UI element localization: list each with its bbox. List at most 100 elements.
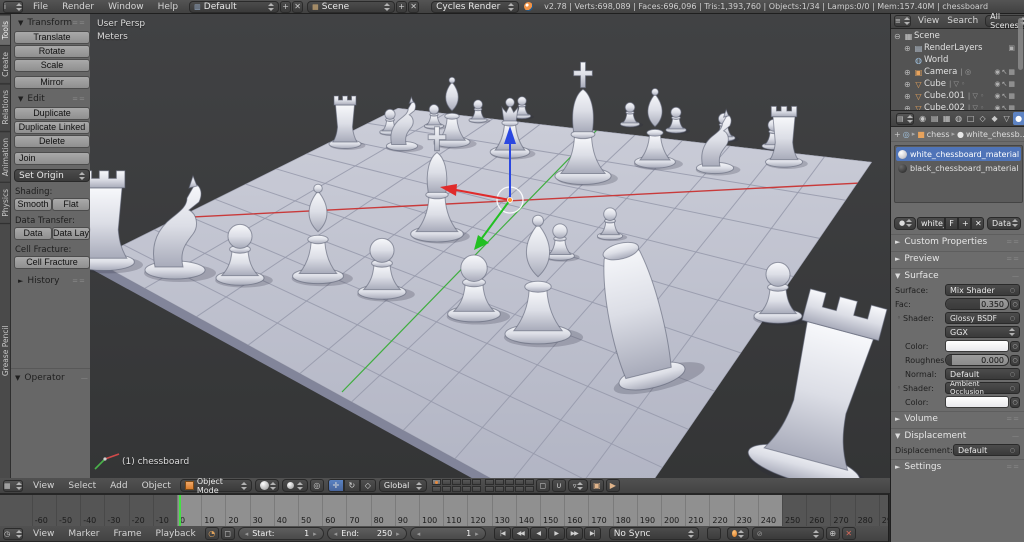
layer-toggle[interactable] bbox=[451, 479, 461, 485]
panel-header-surface[interactable]: ▼ Surface — bbox=[891, 269, 1024, 283]
render-layer-icon[interactable]: ▣ bbox=[1008, 44, 1015, 52]
menu-window[interactable]: Window bbox=[101, 0, 151, 14]
outliner-item-cube.001[interactable]: ⊕ ▽ Cube.001 | ▽ ◦ ◉ ↖ ▦ bbox=[891, 90, 1024, 102]
prev-keyframe-button[interactable]: ◀◀ bbox=[511, 527, 529, 540]
editor-type-timeline-icon[interactable]: ◷ bbox=[3, 527, 23, 540]
manipulator-rotate-icon[interactable]: ↻ bbox=[343, 479, 360, 492]
outliner-scrollbar[interactable] bbox=[1018, 18, 1023, 70]
panel-header-settings[interactable]: ► Settings == bbox=[891, 460, 1024, 474]
editor-type-outliner-icon[interactable]: ≡ bbox=[894, 15, 911, 27]
outliner-item-renderlayers[interactable]: ⊕ ▤ RenderLayers ▣ bbox=[891, 42, 1024, 54]
restrict-select-icon[interactable]: ↖ bbox=[1002, 92, 1008, 100]
properties-tab-render-layers-icon[interactable]: ▤ bbox=[929, 112, 941, 125]
layer-toggle[interactable] bbox=[441, 479, 451, 485]
view-menu[interactable]: View bbox=[26, 479, 61, 493]
material-slot-item[interactable]: white_chessboard_material bbox=[896, 147, 1022, 161]
new-material-button[interactable]: + bbox=[958, 216, 971, 230]
start-frame-field[interactable]: ◂ Start: 1 ▸ bbox=[237, 527, 324, 540]
add-scene-button[interactable]: + bbox=[396, 0, 408, 13]
properties-tab-material-icon[interactable]: ● bbox=[1012, 112, 1024, 125]
restrict-view-icon[interactable]: ◉ bbox=[994, 80, 1000, 88]
properties-tab-scene-icon[interactable]: ▦ bbox=[941, 112, 953, 125]
restrict-render-icon[interactable]: ▦ bbox=[1008, 80, 1015, 88]
menu-render[interactable]: Render bbox=[55, 0, 101, 14]
restrict-render-icon[interactable]: ▦ bbox=[1008, 92, 1015, 100]
render-anim-icon[interactable]: ▶ bbox=[605, 479, 620, 492]
play-button[interactable]: ▶ bbox=[547, 527, 565, 540]
properties-tab-render-icon[interactable]: ◉ bbox=[917, 112, 929, 125]
restrict-select-icon[interactable]: ↖ bbox=[1002, 68, 1008, 76]
outliner-item-camera[interactable]: ⊕ ▣ Camera | ◎ ◉ ↖ ▦ bbox=[891, 66, 1024, 78]
snap-element-select[interactable]: ▿ bbox=[567, 479, 588, 492]
timeline-ruler[interactable]: -60 -50 -40 -30 -20 -10 0 10 20 30 40 50 60 70 80 90 100… bbox=[0, 494, 888, 526]
next-keyframe-button[interactable]: ▶▶ bbox=[565, 527, 583, 540]
autokey-mode-select[interactable] bbox=[726, 527, 749, 540]
expand-icon[interactable]: ⊖ bbox=[894, 32, 903, 41]
outliner-item-cube[interactable]: ⊕ ▽ Cube | ▽ ◦ ◉ ↖ ▦ bbox=[891, 78, 1024, 90]
delete-keyframe-icon[interactable]: ✕ bbox=[841, 527, 856, 540]
outliner-view-menu[interactable]: View bbox=[914, 14, 943, 28]
expand-icon[interactable]: ⊕ bbox=[904, 80, 913, 89]
object-menu[interactable]: Object bbox=[135, 479, 178, 493]
timeline-frame-menu[interactable]: Frame bbox=[106, 527, 148, 541]
current-frame-indicator[interactable] bbox=[179, 495, 182, 526]
insert-keyframe-icon[interactable]: ⊕ bbox=[825, 527, 840, 540]
properties-tab-world-icon[interactable]: ◍ bbox=[953, 112, 965, 125]
editor-type-info-icon[interactable]: i bbox=[3, 0, 23, 13]
delete-layout-button[interactable]: ✕ bbox=[292, 0, 304, 13]
manipulator-translate-icon[interactable]: ✛ bbox=[327, 479, 344, 492]
sync-mode-select[interactable]: No Sync bbox=[608, 527, 699, 540]
layer-toggle[interactable] bbox=[471, 479, 481, 485]
layer-toggle[interactable] bbox=[471, 486, 481, 492]
current-frame-field[interactable]: ◂ 1 ▸ bbox=[409, 527, 486, 540]
ao-color-swatch[interactable] bbox=[945, 396, 1009, 408]
restrict-select-icon[interactable]: ↖ bbox=[1002, 80, 1008, 88]
properties-tab-object-data-icon[interactable]: ▽ bbox=[1001, 112, 1013, 125]
snap-magnet-icon[interactable]: ∪ bbox=[551, 479, 566, 492]
layer-toggle[interactable] bbox=[524, 486, 534, 492]
lock-time-icon[interactable]: ◻ bbox=[220, 527, 235, 540]
restrict-view-icon[interactable]: ◉ bbox=[994, 68, 1000, 76]
timeline-view-menu[interactable]: View bbox=[26, 527, 61, 541]
transform-orientation-select[interactable]: Global bbox=[378, 479, 427, 492]
use-preview-range-icon[interactable]: ◔ bbox=[204, 527, 219, 540]
render-engine-select[interactable]: Cycles Render bbox=[431, 0, 520, 13]
properties-tab-modifiers-icon[interactable]: ◆ bbox=[989, 112, 1001, 125]
displacement-select[interactable]: Default ○ bbox=[953, 444, 1020, 456]
pin-icon[interactable]: + bbox=[894, 130, 901, 139]
viewport-canvas[interactable]: User Persp Meters (1) chessboard bbox=[90, 14, 890, 478]
menu-help[interactable]: Help bbox=[151, 0, 186, 14]
keying-set-select[interactable]: ⊘ bbox=[751, 527, 824, 540]
browse-material-button[interactable]: ● bbox=[894, 216, 916, 230]
restrict-view-icon[interactable]: ◉ bbox=[994, 92, 1000, 100]
jump-to-end-button[interactable]: ▶| bbox=[583, 527, 601, 540]
material-name-field[interactable]: white_ch bbox=[917, 216, 945, 230]
outliner-search-menu[interactable]: Search bbox=[943, 14, 982, 28]
jump-to-start-button[interactable]: |◀ bbox=[493, 527, 511, 540]
material-slot-item[interactable]: black_chessboard_material bbox=[896, 161, 1021, 175]
expand-icon[interactable]: ⊕ bbox=[904, 44, 913, 53]
record-button[interactable] bbox=[706, 527, 721, 540]
outliner-item-cube.002[interactable]: ⊕ ▽ Cube.002 | ▽ ◦ ◉ ↖ ▦ bbox=[891, 102, 1024, 110]
add-layout-button[interactable]: + bbox=[280, 0, 292, 13]
timeline-marker-menu[interactable]: Marker bbox=[61, 527, 106, 541]
viewport-shading-select[interactable] bbox=[254, 479, 279, 492]
panel-header-displacement[interactable]: ▼ Displacement — bbox=[891, 429, 1024, 443]
layer-toggle[interactable] bbox=[504, 479, 514, 485]
unlink-material-button[interactable]: ✕ bbox=[971, 216, 984, 230]
render-still-icon[interactable]: ▣ bbox=[589, 479, 604, 492]
layer-toggle[interactable] bbox=[494, 479, 504, 485]
manipulator-scale-icon[interactable]: ◇ bbox=[359, 479, 376, 492]
delete-scene-button[interactable]: ✕ bbox=[408, 0, 420, 13]
properties-tab-object-icon[interactable]: □ bbox=[965, 112, 977, 125]
panel-header-custom-properties[interactable]: ► Custom Properties == bbox=[891, 235, 1024, 249]
layer-toggle[interactable] bbox=[451, 486, 461, 492]
properties-tab-constraints-icon[interactable]: ◇ bbox=[977, 112, 989, 125]
pivot-point-select[interactable] bbox=[281, 479, 308, 492]
breadcrumb-material[interactable]: white_chessb.. bbox=[966, 130, 1024, 139]
restrict-render-icon[interactable]: ▦ bbox=[1008, 68, 1015, 76]
layer-toggle[interactable] bbox=[431, 479, 441, 485]
outliner-item-world[interactable]: ◍ World bbox=[891, 54, 1024, 66]
layer-toggle[interactable] bbox=[441, 486, 451, 492]
screen-layout-select[interactable]: ▥ Default bbox=[189, 0, 280, 13]
